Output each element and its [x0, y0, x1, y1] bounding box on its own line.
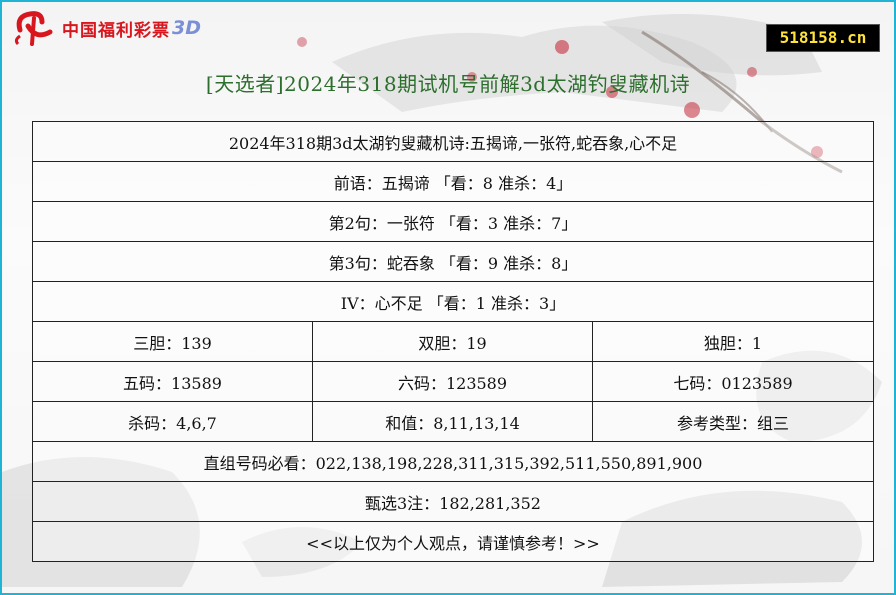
table-row: 前语：五揭谛 「看：8 准杀：4」 — [32, 161, 874, 202]
three-dan-cell: 三胆：139 — [32, 321, 313, 362]
reference-type-cell: 参考类型：组三 — [592, 401, 874, 442]
site-url-badge[interactable]: 518158.cn — [766, 24, 880, 52]
table-row: 第3句：蛇吞象 「看：9 准杀：8」 — [32, 241, 874, 282]
logo-3d-text: 3D — [172, 17, 201, 39]
table-row: IV：心不足 「看：1 准杀：3」 — [32, 281, 874, 322]
poem-line-4-cell: IV：心不足 「看：1 准杀：3」 — [32, 281, 874, 322]
kill-code-cell: 杀码：4,6,7 — [32, 401, 313, 442]
direct-group-cell: 直组号码必看：022,138,198,228,311,315,392,511,5… — [32, 441, 874, 482]
poem-line-2-cell: 第2句：一张符 「看：3 准杀：7」 — [32, 201, 874, 242]
six-code-cell: 六码：123589 — [312, 361, 593, 402]
table-row: 甄选3注：182,281,352 — [32, 481, 874, 522]
table-row: 五码：13589 六码：123589 七码：0123589 — [32, 361, 874, 402]
lottery-logo: 中国福利彩票 3D — [12, 10, 201, 46]
poem-cell: 2024年318期3d太湖钓叟藏机诗:五揭谛,一张符,蛇吞象,心不足 — [32, 121, 874, 162]
five-code-cell: 五码：13589 — [32, 361, 313, 402]
table-row: 三胆：139 双胆：19 独胆：1 — [32, 321, 874, 362]
table-row: 直组号码必看：022,138,198,228,311,315,392,511,5… — [32, 441, 874, 482]
table-row: 2024年318期3d太湖钓叟藏机诗:五揭谛,一张符,蛇吞象,心不足 — [32, 121, 874, 162]
page-title: [天选者]2024年318期试机号前解3d太湖钓叟藏机诗 — [205, 72, 691, 96]
prediction-table: 2024年318期3d太湖钓叟藏机诗:五揭谛,一张符,蛇吞象,心不足 前语：五揭… — [32, 121, 874, 562]
seven-code-cell: 七码：0123589 — [592, 361, 874, 402]
welfare-lottery-emblem-icon — [14, 11, 53, 46]
two-dan-cell: 双胆：19 — [312, 321, 593, 362]
single-dan-cell: 独胆：1 — [592, 321, 874, 362]
table-row: 第2句：一张符 「看：3 准杀：7」 — [32, 201, 874, 242]
table-row: 杀码：4,6,7 和值：8,11,13,14 参考类型：组三 — [32, 401, 874, 442]
sum-value-cell: 和值：8,11,13,14 — [312, 401, 593, 442]
selected-picks-cell: 甄选3注：182,281,352 — [32, 481, 874, 522]
poem-line-1-cell: 前语：五揭谛 「看：8 准杀：4」 — [32, 161, 874, 202]
page-frame: 中国福利彩票 3D 518158.cn [天选者]2024年318期试机号前解3… — [0, 0, 896, 595]
disclaimer-cell: <<以上仅为个人观点，请谨慎参考！>> — [32, 521, 874, 562]
logo-brand-text: 中国福利彩票 — [62, 20, 170, 41]
table-row: <<以上仅为个人观点，请谨慎参考！>> — [32, 521, 874, 562]
poem-line-3-cell: 第3句：蛇吞象 「看：9 准杀：8」 — [32, 241, 874, 282]
